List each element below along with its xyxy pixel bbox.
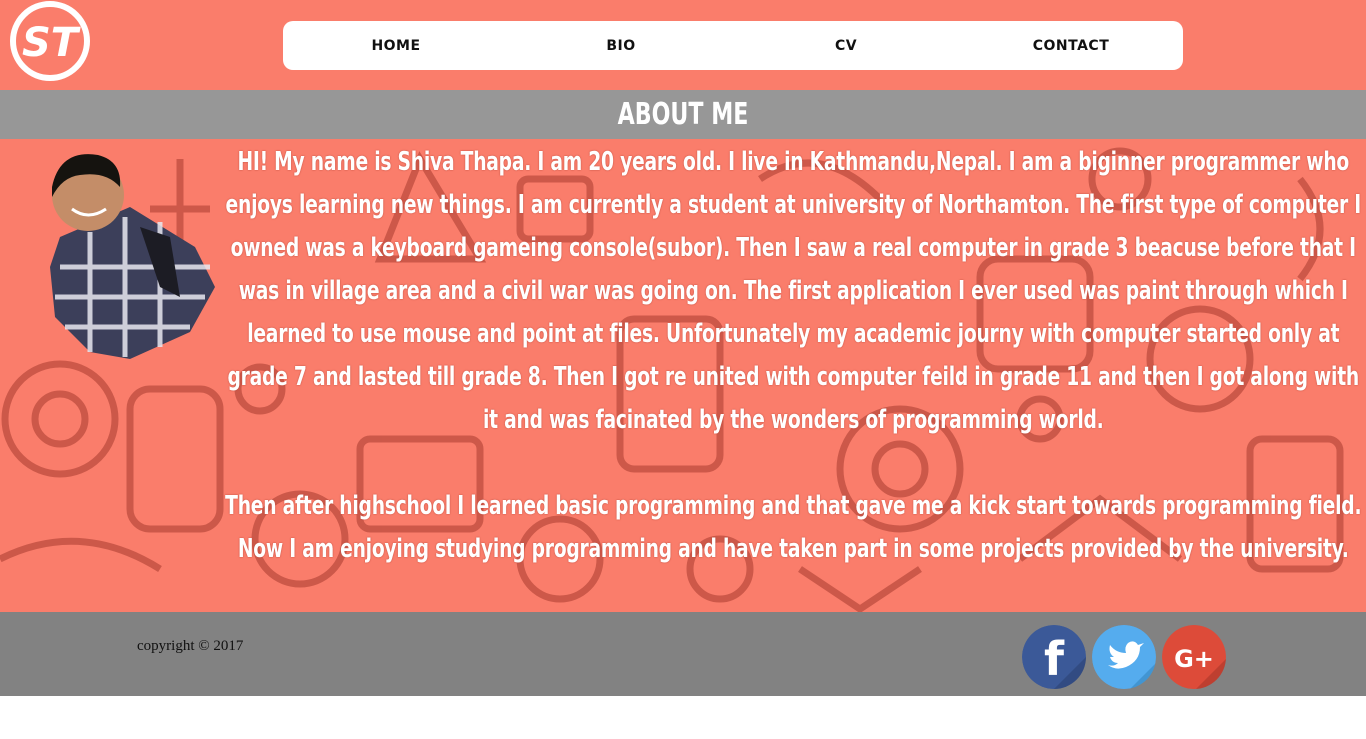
nav-home-link[interactable]: HOME (326, 21, 466, 70)
nav-cv-link[interactable]: CV (776, 21, 916, 70)
site-header: ST HOME BIO CV CONTACT (0, 0, 1366, 90)
logo-text: ST (22, 20, 81, 66)
site-footer: copyright © 2017 f G+ (0, 612, 1366, 696)
about-section: HI! My name is Shiva Thapa. I am 20 year… (0, 139, 1366, 612)
twitter-button[interactable] (1092, 625, 1156, 689)
bio-paragraph-1: HI! My name is Shiva Thapa. I am 20 year… (225, 147, 1361, 435)
main-navigation: HOME BIO CV CONTACT (283, 21, 1183, 70)
page-title: ABOUT ME (617, 97, 749, 132)
google-plus-icon: G+ (1162, 625, 1226, 689)
nav-contact-link[interactable]: CONTACT (1001, 21, 1141, 70)
copyright-text: copyright © 2017 (137, 638, 244, 654)
profile-photo (50, 154, 215, 359)
google-plus-button[interactable]: G+ (1162, 625, 1226, 689)
bio-paragraph-2: Then after highschool I learned basic pr… (224, 491, 1362, 564)
svg-text:G+: G+ (1174, 645, 1214, 673)
nav-bio-link[interactable]: BIO (551, 21, 691, 70)
svg-text:f: f (1044, 632, 1065, 686)
section-title-band: ABOUT ME (0, 90, 1366, 139)
st-monogram-logo-icon[interactable]: ST (9, 0, 91, 82)
facebook-button[interactable]: f (1022, 625, 1086, 689)
facebook-icon: f (1022, 625, 1086, 689)
twitter-icon (1092, 625, 1156, 689)
